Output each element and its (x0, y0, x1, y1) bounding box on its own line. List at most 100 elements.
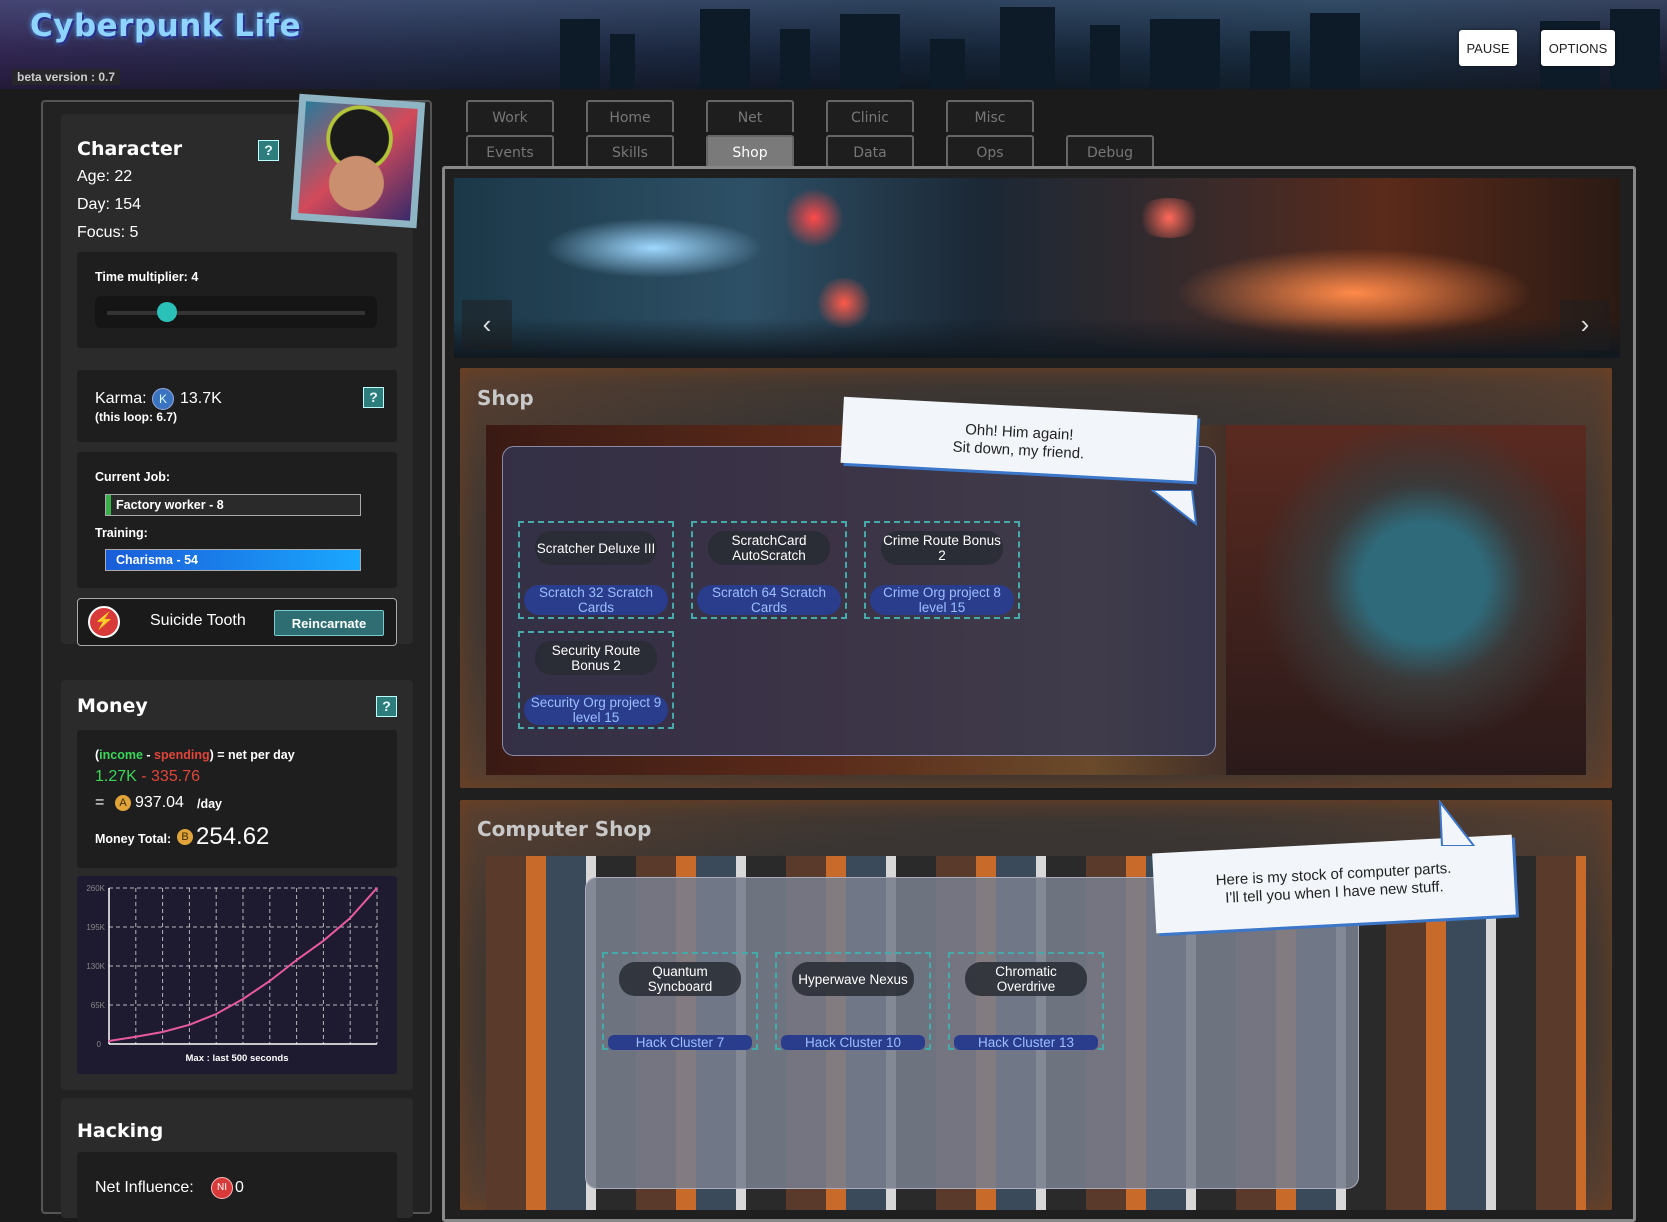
computer-item[interactable]: Hyperwave Nexus Hack Cluster 10 (775, 952, 931, 1050)
pause-button[interactable]: PAUSE (1459, 30, 1517, 66)
computer-item[interactable]: Quantum Syncboard Hack Cluster 7 (602, 952, 758, 1050)
character-title: Character (77, 138, 183, 160)
hacking-title: Hacking (77, 1120, 164, 1142)
character-portrait (290, 93, 426, 229)
chart-data-point (269, 980, 271, 982)
hacking-card: Hacking Net Influence: NI 0 (61, 1098, 413, 1222)
chart-y-tick-label: 0 (97, 1040, 102, 1049)
tab-events[interactable]: Events (466, 135, 554, 167)
karma-help-button[interactable]: ? (363, 387, 384, 408)
tooth-icon: ⚡ (88, 606, 120, 638)
training-name: Charisma - 54 (116, 553, 198, 567)
shop-title: Shop (477, 386, 534, 410)
per-day-label: /day (197, 797, 223, 811)
shop-item[interactable]: Crime Route Bonus 2 Crime Org project 8 … (864, 521, 1020, 619)
time-multiplier-slider[interactable] (95, 296, 377, 328)
item-price: Hack Cluster 13 (954, 1035, 1098, 1050)
item-price: Security Org project 9 level 15 (524, 695, 668, 725)
tab-debug[interactable]: Debug (1066, 135, 1154, 167)
suicide-tooth-box: ⚡ Suicide Tooth Reincarnate (77, 598, 397, 646)
karma-loop: (this loop: 6.7) (95, 410, 177, 424)
item-price: Hack Cluster 7 (608, 1035, 752, 1050)
money-summary: (income - spending) = net per day 1.27K … (77, 730, 397, 868)
day-text: Day: 154 (77, 196, 142, 213)
item-name: Chromatic Overdrive (965, 962, 1087, 996)
chart-data-point (135, 1036, 137, 1038)
chart-y-tick-label: 260K (86, 884, 105, 893)
currency-icon: A (115, 795, 131, 811)
chart-data-point (188, 1024, 191, 1026)
chart-y-tick-label: 195K (86, 923, 105, 932)
tab-misc[interactable]: Misc (946, 100, 1034, 132)
income-spending: 1.27K - 335.76 (95, 768, 200, 785)
tab-home[interactable]: Home (586, 100, 674, 132)
shopkeeper-figure (1226, 425, 1586, 775)
training-progress-bar: Charisma - 54 (105, 549, 361, 571)
shop-item[interactable]: Scratcher Deluxe III Scratch 32 Scratch … (518, 521, 674, 619)
options-button[interactable]: OPTIONS (1541, 30, 1615, 66)
item-price: Scratch 32 Scratch Cards (524, 585, 668, 615)
current-job-label: Current Job: (95, 470, 170, 484)
money-chart: 0 65K 130K 195K 260K Max : last 500 seconds (77, 876, 397, 1074)
computer-shop-title: Computer Shop (477, 817, 652, 841)
income-value: 1.27K (95, 768, 137, 785)
money-chart-svg: 0 65K 130K 195K 260K Max : last 500 seconds (86, 884, 378, 1064)
tab-clinic[interactable]: Clinic (826, 100, 914, 132)
net-influence-label: Net Influence: (95, 1179, 194, 1196)
hacking-box: Net Influence: NI 0 (77, 1152, 397, 1222)
character-help-button[interactable]: ? (258, 140, 279, 161)
item-price: Crime Org project 8 level 15 (870, 585, 1014, 615)
tab-skills[interactable]: Skills (586, 135, 674, 167)
item-price: Hack Cluster 10 (781, 1035, 925, 1050)
reincarnate-button[interactable]: Reincarnate (274, 610, 384, 636)
item-name: Quantum Syncboard (619, 962, 741, 996)
chart-y-tick-label: 130K (86, 962, 105, 971)
item-name: Scratcher Deluxe III (535, 531, 657, 565)
karma-value: 13.7K (180, 390, 222, 407)
net-value: 937.04 (135, 794, 184, 811)
spending-value: 335.76 (151, 768, 200, 785)
money-help-button[interactable]: ? (376, 696, 397, 717)
chart-data-point (108, 1040, 110, 1042)
left-panel: Character ? Age: 22 Day: 154 Focus: 5 Ti… (41, 100, 432, 1222)
time-multiplier-box: Time multiplier: 4 (77, 252, 397, 348)
slider-track (107, 311, 365, 315)
tab-ops[interactable]: Ops (946, 135, 1034, 167)
job-progress-bar: Factory worker - 8 (105, 494, 361, 516)
slider-thumb[interactable] (157, 302, 177, 322)
chart-data-point (295, 959, 298, 961)
banner-next-button[interactable]: › (1560, 300, 1610, 350)
suicide-tooth-label: Suicide Tooth (150, 612, 246, 629)
chart-data-point (376, 887, 378, 889)
chart-data-point (322, 940, 325, 942)
karma-label: Karma: (95, 390, 147, 407)
chart-data-point (242, 998, 244, 1000)
chart-data-point (161, 1031, 164, 1033)
focus-text: Focus: 5 (77, 224, 139, 241)
net-influence-value: 0 (235, 1179, 244, 1196)
computer-item[interactable]: Chromatic Overdrive Hack Cluster 13 (948, 952, 1104, 1050)
money-total-value: 254.62 (196, 823, 270, 850)
chart-y-tick-label: 65K (91, 1001, 106, 1010)
speech-bubble-tail (1438, 800, 1476, 846)
job-name: Factory worker - 8 (116, 498, 224, 512)
age-text: Age: 22 (77, 168, 133, 185)
item-price: Scratch 64 Scratch Cards (697, 585, 841, 615)
speech-bubble-tail (1150, 490, 1198, 527)
tab-net[interactable]: Net (706, 100, 794, 132)
tab-data[interactable]: Data (826, 135, 914, 167)
tab-work[interactable]: Work (466, 100, 554, 132)
chart-x-label: Max : last 500 seconds (186, 1053, 289, 1064)
shop-item[interactable]: ScratchCard AutoScratch Scratch 64 Scrat… (691, 521, 847, 619)
money-title: Money (77, 695, 148, 717)
net-influence-icon: NI (211, 1177, 233, 1199)
chart-data-point (349, 917, 352, 919)
banner-prev-button[interactable]: ‹ (462, 300, 512, 350)
tab-shop[interactable]: Shop (706, 135, 794, 167)
training-label: Training: (95, 526, 148, 540)
equals-sign: = (95, 794, 105, 811)
money-total-label: Money Total: (95, 832, 172, 846)
money-formula: (income - spending) = net per day (95, 748, 295, 762)
shop-item[interactable]: Security Route Bonus 2 Security Org proj… (518, 631, 674, 729)
time-multiplier-label: Time multiplier: 4 (95, 270, 199, 284)
